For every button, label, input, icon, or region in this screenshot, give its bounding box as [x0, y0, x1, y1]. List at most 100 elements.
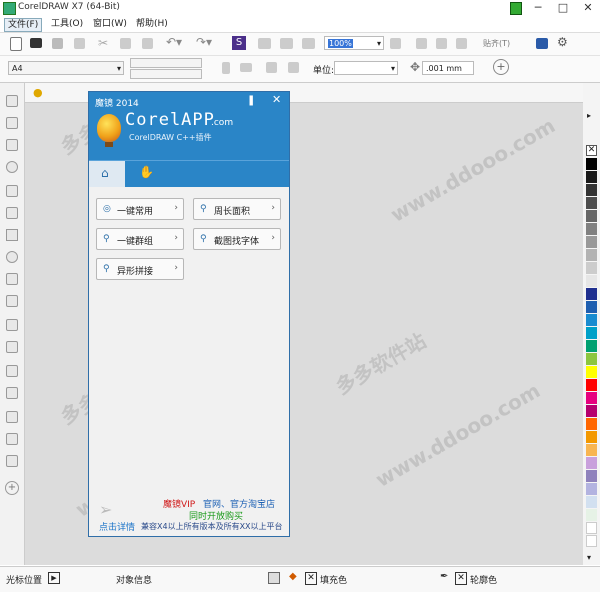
print-icon[interactable]: [74, 38, 85, 49]
plugin-close-icon[interactable]: ✕: [272, 93, 281, 106]
color-swatch[interactable]: [586, 418, 597, 430]
color-swatch[interactable]: [586, 171, 597, 183]
palette-scroll-down-icon[interactable]: ▾: [587, 553, 591, 562]
connector-tool-icon[interactable]: [6, 341, 18, 353]
undo-icon[interactable]: ↶▾: [166, 35, 182, 49]
color-swatch[interactable]: [586, 223, 597, 235]
close-button[interactable]: ✕: [575, 0, 600, 15]
ellipse-tool-icon[interactable]: [6, 251, 18, 263]
one-key-group-button[interactable]: ⚲ 一键群组 ›: [96, 228, 184, 250]
application-launcher-icon[interactable]: [536, 38, 548, 49]
color-swatch[interactable]: [586, 431, 597, 443]
color-swatch[interactable]: [586, 158, 597, 170]
add-icon[interactable]: +: [493, 59, 509, 75]
publish-pdf-icon[interactable]: [302, 38, 315, 49]
guidelines-icon[interactable]: [456, 38, 467, 49]
color-swatch[interactable]: [586, 288, 597, 300]
polygon-tool-icon[interactable]: [6, 273, 18, 285]
color-swatch[interactable]: [586, 522, 597, 534]
color-swatch[interactable]: [586, 301, 597, 313]
no-color-swatch[interactable]: ✕: [586, 145, 597, 156]
new-document-icon[interactable]: [10, 37, 22, 51]
crop-tool-icon[interactable]: [6, 139, 18, 151]
rulers-icon[interactable]: [416, 38, 427, 49]
tab-tools[interactable]: ✋: [139, 165, 154, 179]
page-width-field[interactable]: [130, 58, 202, 68]
color-proofing-icon[interactable]: [268, 572, 280, 584]
corel-connect-icon[interactable]: S: [232, 36, 246, 50]
color-swatch[interactable]: [586, 249, 597, 261]
shirt-icon[interactable]: ❚: [247, 95, 255, 106]
pick-tool-icon[interactable]: [6, 95, 18, 107]
color-swatch[interactable]: [586, 535, 597, 547]
parallel-dimension-tool-icon[interactable]: [6, 319, 18, 331]
perimeter-area-button[interactable]: ⚲ 周长面积 ›: [193, 198, 281, 220]
page-height-field[interactable]: [130, 69, 202, 79]
menu-file[interactable]: 文件(F): [4, 18, 43, 32]
color-swatch[interactable]: [586, 327, 597, 339]
tip-lightbulb-icon[interactable]: ●: [33, 86, 43, 99]
transparency-tool-icon[interactable]: [6, 387, 18, 399]
color-swatch[interactable]: [586, 353, 597, 365]
tab-home[interactable]: ⌂: [89, 161, 125, 187]
rectangle-tool-icon[interactable]: [6, 229, 18, 241]
units-select[interactable]: ▾: [334, 61, 398, 75]
color-swatch[interactable]: [586, 379, 597, 391]
full-screen-icon[interactable]: [390, 38, 401, 49]
nudge-distance-field[interactable]: .001 mm: [422, 61, 474, 75]
landscape-icon[interactable]: [240, 63, 252, 72]
color-swatch[interactable]: [586, 470, 597, 482]
color-swatch[interactable]: [586, 457, 597, 469]
color-swatch[interactable]: [586, 236, 597, 248]
cut-icon[interactable]: ✂: [98, 36, 108, 50]
color-swatch[interactable]: [586, 262, 597, 274]
text-tool-icon[interactable]: [6, 295, 18, 307]
expand-arrow-icon[interactable]: ▶: [48, 572, 60, 584]
minimize-button[interactable]: ─: [525, 0, 551, 15]
artistic-media-tool-icon[interactable]: [6, 207, 18, 219]
save-icon[interactable]: [52, 38, 63, 49]
options-icon[interactable]: ⚙: [557, 35, 568, 49]
color-swatch[interactable]: [586, 444, 597, 456]
color-swatch[interactable]: [586, 483, 597, 495]
grid-icon[interactable]: [436, 38, 447, 49]
app-badge-icon[interactable]: [510, 2, 522, 15]
screenshot-find-font-button[interactable]: ⚲ 截图找字体 ›: [193, 228, 281, 250]
add-tool-icon[interactable]: +: [5, 481, 19, 495]
redo-icon[interactable]: ↷▾: [196, 35, 212, 49]
color-swatch[interactable]: [586, 210, 597, 222]
page-size-select[interactable]: A4 ▾: [8, 61, 124, 75]
export-icon[interactable]: [280, 38, 293, 49]
interactive-fill-tool-icon[interactable]: [6, 433, 18, 445]
color-swatch[interactable]: [586, 275, 597, 287]
paste-icon[interactable]: [142, 38, 153, 49]
color-swatch[interactable]: [586, 405, 597, 417]
shape-splice-button[interactable]: ⚲ 异形拼接 ›: [96, 258, 184, 280]
maximize-button[interactable]: □: [550, 0, 576, 15]
open-folder-icon[interactable]: [30, 38, 42, 48]
shape-tool-icon[interactable]: [6, 117, 18, 129]
color-swatch[interactable]: [586, 496, 597, 508]
color-swatch[interactable]: [586, 366, 597, 378]
import-icon[interactable]: [258, 38, 271, 49]
color-swatch[interactable]: [586, 340, 597, 352]
palette-scroll-arrow-icon[interactable]: ▸: [587, 111, 591, 120]
color-swatch[interactable]: [586, 197, 597, 209]
one-key-common-button[interactable]: ◎ 一键常用 ›: [96, 198, 184, 220]
menu-window[interactable]: 窗口(W): [90, 18, 130, 30]
copy-icon[interactable]: [120, 38, 131, 49]
current-page-icon[interactable]: [288, 62, 299, 73]
color-swatch[interactable]: [586, 314, 597, 326]
snap-to-dropdown[interactable]: 贴齐(T): [483, 38, 510, 49]
details-link[interactable]: 点击详情: [99, 520, 135, 533]
color-swatch[interactable]: [586, 184, 597, 196]
zoom-level-select[interactable]: 100% ▾: [324, 36, 384, 50]
smart-fill-tool-icon[interactable]: [6, 455, 18, 467]
drop-shadow-tool-icon[interactable]: [6, 365, 18, 377]
menu-help[interactable]: 帮助(H): [133, 18, 171, 30]
color-swatch[interactable]: [586, 509, 597, 521]
portrait-icon[interactable]: [222, 62, 230, 74]
freehand-tool-icon[interactable]: [6, 185, 18, 197]
all-pages-icon[interactable]: [266, 62, 277, 73]
zoom-tool-icon[interactable]: [6, 161, 18, 173]
